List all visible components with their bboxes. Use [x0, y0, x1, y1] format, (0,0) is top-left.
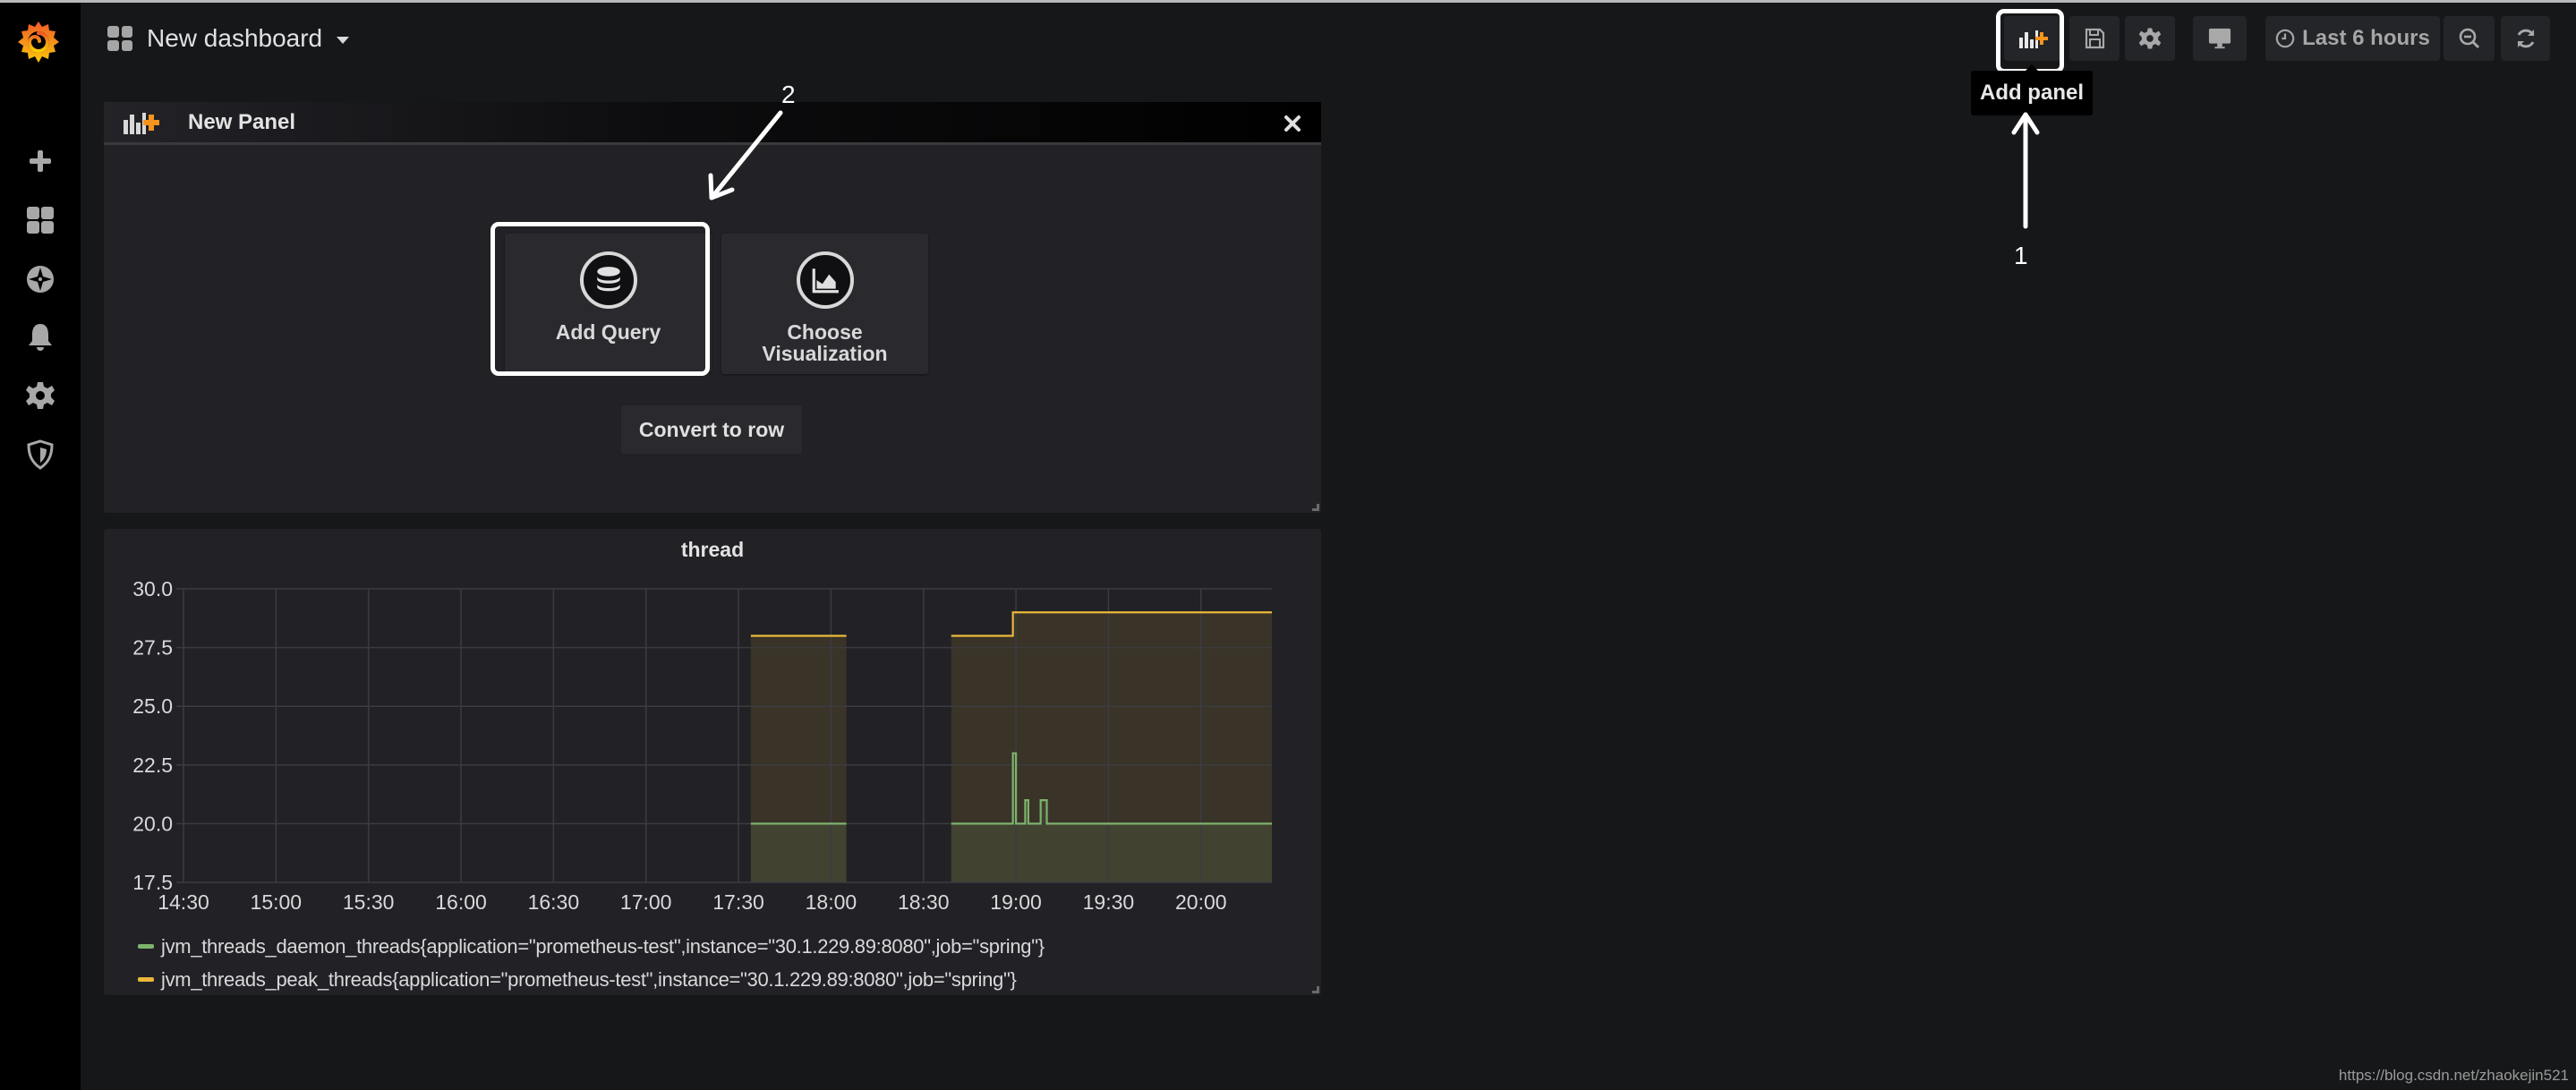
clock-icon: [2275, 29, 2295, 48]
dashboard-title-picker[interactable]: New dashboard: [107, 24, 350, 53]
database-icon: [596, 267, 620, 292]
x-tick-label: 17:30: [712, 890, 764, 914]
convert-to-row-button[interactable]: Convert to row: [621, 405, 802, 454]
y-tick-label: 22.5: [132, 754, 173, 777]
x-tick-label: 20:00: [1175, 890, 1227, 914]
save-icon: [2085, 28, 2105, 49]
x-tick-label: 18:00: [806, 890, 857, 914]
y-tick-label: 30.0: [132, 577, 173, 600]
close-panel-button[interactable]: [1280, 111, 1305, 136]
dashboard-grid-icon: [107, 26, 132, 51]
sidebar-item-server-admin[interactable]: [20, 434, 61, 475]
panel-resize-handle[interactable]: [1312, 504, 1319, 511]
add-panel-icon: [2019, 30, 2048, 48]
sidebar-item-explore[interactable]: [20, 259, 61, 300]
add-query-label: Add Query: [555, 320, 661, 344]
x-tick-label: 18:30: [898, 890, 950, 914]
dashboard-title: New dashboard: [147, 24, 323, 52]
watermark: https://blog.csdn.net/zhaokejin521: [2338, 1067, 2569, 1084]
y-tick-label: 25.0: [132, 694, 173, 718]
legend-swatch: [138, 944, 154, 949]
y-tick-label: 27.5: [132, 636, 173, 660]
x-tick-label: 15:00: [251, 890, 303, 914]
legend-swatch: [138, 977, 154, 982]
choose-visualization-label-line2: Visualization: [762, 342, 888, 365]
gear-icon: [26, 382, 55, 409]
series-fill: [750, 823, 847, 882]
refresh-button[interactable]: [2501, 16, 2550, 61]
sidebar-item-configuration[interactable]: [20, 375, 61, 416]
zoom-out-icon: [2459, 28, 2479, 49]
sidebar-item-dashboards[interactable]: [20, 200, 61, 241]
save-dashboard-button[interactable]: [2069, 16, 2120, 61]
legend-item[interactable]: jvm_threads_peak_threads{application="pr…: [138, 963, 1045, 996]
chevron-down-icon: [337, 37, 350, 44]
chart-icon-wrap: [796, 251, 854, 309]
close-icon: [1284, 115, 1301, 132]
chart-plot: 30.027.525.022.520.017.514:30 15:00 15:30 1…: [132, 577, 1272, 914]
time-range-picker[interactable]: Last 6 hours: [2265, 16, 2440, 61]
add-query-button[interactable]: Add Query: [505, 234, 712, 372]
plus-icon: [30, 150, 51, 172]
legend-label: jvm_threads_daemon_threads{application="…: [161, 934, 1045, 958]
annotation-number-1: 1: [2014, 242, 2028, 269]
choose-visualization-label: Choose Visualization: [762, 321, 887, 364]
gear-icon: [2138, 28, 2162, 49]
legend-item[interactable]: jvm_threads_daemon_threads{application="…: [138, 930, 1045, 963]
view-mode-button[interactable]: [2193, 16, 2247, 61]
legend-label: jvm_threads_peak_threads{application="pr…: [161, 967, 1017, 991]
grafana-logo-icon: [18, 21, 59, 63]
sidebar-item-create[interactable]: [20, 141, 61, 182]
monitor-icon: [2208, 28, 2231, 49]
panel-resize-handle[interactable]: [1312, 986, 1319, 993]
new-panel-header: New Panel: [104, 102, 1321, 145]
database-icon-wrap: [579, 251, 637, 309]
sidebar: [0, 3, 81, 1090]
compass-icon: [27, 266, 54, 293]
new-panel: New Panel Add Query Choose Visualization: [104, 102, 1321, 513]
x-tick-label: 17:00: [620, 890, 672, 914]
annotation-number-2: 2: [781, 81, 796, 108]
x-tick-label: 16:00: [435, 890, 487, 914]
area-chart-icon: [812, 268, 839, 294]
add-panel-button[interactable]: [2004, 16, 2061, 61]
x-tick-label: 19:00: [990, 890, 1042, 914]
zoom-out-button[interactable]: [2444, 16, 2495, 61]
x-tick-label: 16:30: [528, 890, 580, 914]
sidebar-item-alerting[interactable]: [20, 316, 61, 357]
new-panel-title: New Panel: [188, 109, 296, 134]
add-panel-tooltip: Add panel: [1971, 64, 2093, 115]
dashboard-settings-button[interactable]: [2125, 16, 2175, 61]
x-tick-label: 19:30: [1083, 890, 1135, 914]
refresh-icon: [2517, 29, 2534, 48]
graph-panel: thread 30.0 27.5 25.0 22.5 20.0 17.5 14:30 15:0…: [104, 529, 1321, 995]
dashboards-grid-icon: [27, 207, 54, 234]
bell-icon: [29, 324, 52, 351]
x-tick-label: 15:30: [343, 890, 395, 914]
chart-legend: jvm_threads_daemon_threads{application="…: [138, 930, 1045, 996]
add-panel-icon: [124, 112, 159, 134]
time-range-label: Last 6 hours: [2302, 26, 2430, 50]
choose-visualization-label-line1: Choose: [787, 320, 863, 344]
grafana-logo[interactable]: [14, 18, 63, 66]
choose-visualization-button[interactable]: Choose Visualization: [721, 234, 928, 374]
shield-icon: [27, 439, 54, 470]
y-tick-label: 20.0: [132, 812, 173, 835]
x-tick-label: 14:30: [158, 890, 209, 914]
